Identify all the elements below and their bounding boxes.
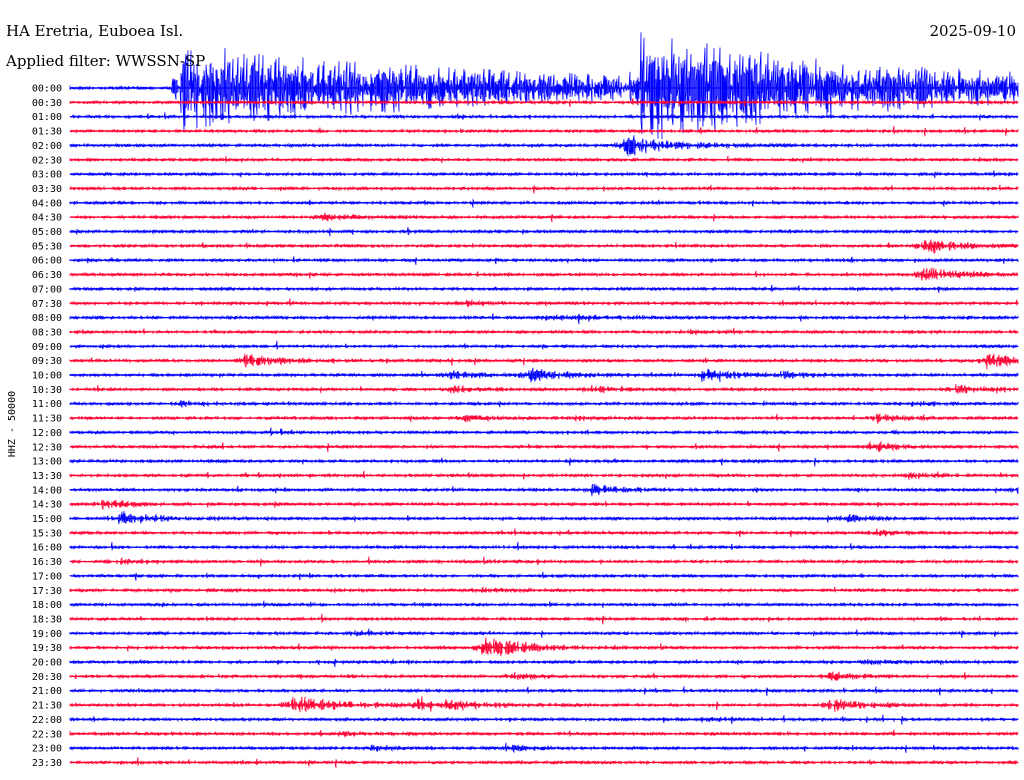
time-tick-label: 22:30 (32, 729, 62, 740)
seismic-trace-row (69, 184, 1019, 194)
seismic-trace-row (69, 340, 1019, 350)
channel-axis-label: HHZ - 50000 (7, 391, 18, 457)
time-tick-label: 09:30 (32, 356, 62, 367)
time-tick-label: 06:00 (32, 256, 62, 267)
time-tick-label: 23:30 (32, 758, 62, 769)
seismic-trace-row (69, 198, 1019, 208)
time-tick-label: 02:30 (32, 155, 62, 166)
time-tick-label: 03:00 (32, 170, 62, 181)
time-tick-label: 17:00 (32, 571, 62, 582)
time-tick-label: 07:30 (32, 299, 62, 310)
time-tick-label: 13:30 (32, 471, 62, 482)
time-tick-label: 16:00 (32, 543, 62, 554)
time-tick-label: 00:00 (32, 84, 62, 95)
time-tick-label: 23:00 (32, 744, 62, 755)
time-tick-label: 12:00 (32, 428, 62, 439)
time-tick-label: 14:00 (32, 485, 62, 496)
time-tick-label: 01:00 (32, 112, 62, 123)
time-tick-label: 13:00 (32, 457, 62, 468)
time-tick-labels: 00:00 00:30 01:00 01:30 02:00 02:30 03:00 03:30… (32, 84, 62, 769)
time-tick-label: 08:00 (32, 313, 62, 324)
helicorder-chart: 00:00 00:30 01:00 01:30 02:00 02:30 03:00 03:30… (5, 22, 1019, 769)
time-tick-label: 22:00 (32, 715, 62, 726)
time-tick-label: 06:30 (32, 270, 62, 281)
seismic-trace-row (69, 313, 1019, 325)
time-tick-label: 01:30 (32, 127, 62, 138)
time-tick-label: 17:30 (32, 586, 62, 597)
station-title: HA Eretria, Euboea Isl. (6, 22, 183, 40)
time-tick-label: 07:00 (32, 284, 62, 295)
time-tick-label: 02:00 (32, 141, 62, 152)
seismic-trace-row (69, 657, 1019, 668)
seismic-trace-row (69, 239, 1019, 254)
time-tick-label: 11:00 (32, 399, 62, 410)
seismic-trace-row (69, 541, 1019, 551)
time-tick-label: 04:00 (32, 198, 62, 209)
time-tick-label: 20:00 (32, 658, 62, 669)
seismic-trace-row (69, 427, 1019, 437)
record-date: 2025-09-10 (930, 22, 1016, 40)
time-tick-label: 09:00 (32, 342, 62, 353)
time-tick-label: 14:30 (32, 500, 62, 511)
time-tick-label: 10:30 (32, 385, 62, 396)
time-tick-label: 05:00 (32, 227, 62, 238)
time-tick-label: 15:00 (32, 514, 62, 525)
time-tick-label: 10:00 (32, 371, 62, 382)
filter-subtitle: Applied filter: WWSSN-SP (5, 52, 205, 70)
time-tick-label: 15:30 (32, 528, 62, 539)
time-tick-label: 12:30 (32, 442, 62, 453)
trace-layer (69, 32, 1019, 768)
time-tick-label: 03:30 (32, 184, 62, 195)
time-tick-label: 19:00 (32, 629, 62, 640)
seismic-trace-row (69, 327, 1019, 336)
time-tick-label: 05:30 (32, 241, 62, 252)
time-tick-label: 20:30 (32, 672, 62, 683)
time-tick-label: 00:30 (32, 98, 62, 109)
time-tick-label: 16:30 (32, 557, 62, 568)
seismic-trace-row (69, 353, 1019, 370)
time-tick-label: 19:30 (32, 643, 62, 654)
time-tick-label: 21:30 (32, 701, 62, 712)
time-tick-label: 11:30 (32, 414, 62, 425)
time-tick-label: 18:00 (32, 600, 62, 611)
seismic-trace-row (69, 457, 1019, 467)
seismic-trace-row (69, 637, 1019, 657)
seismic-trace-row (69, 510, 1019, 525)
seismic-trace-row (69, 696, 1019, 713)
time-tick-label: 08:30 (32, 327, 62, 338)
seismic-trace-row (69, 298, 1019, 308)
time-tick-label: 18:30 (32, 614, 62, 625)
time-tick-label: 21:00 (32, 686, 62, 697)
time-tick-label: 04:30 (32, 213, 62, 224)
seismic-trace-row (69, 32, 1019, 140)
